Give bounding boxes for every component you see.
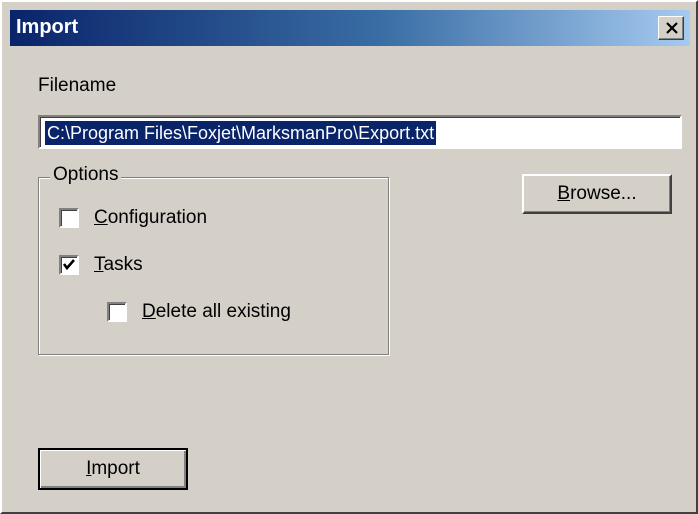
close-icon <box>666 22 678 34</box>
browse-label-rest: rowse... <box>570 183 637 204</box>
delete-all-existing-label[interactable]: Delete all existing <box>142 301 291 323</box>
import-dialog: Import Filename C:\Program Files\Foxjet\… <box>0 0 698 514</box>
configuration-mnemonic: C <box>94 207 108 228</box>
delete-all-existing-checkbox[interactable] <box>107 302 127 322</box>
browse-button[interactable]: Browse... <box>522 174 672 214</box>
tasks-label[interactable]: Tasks <box>94 254 143 276</box>
tasks-mnemonic: T <box>94 254 104 275</box>
delete-mnemonic: D <box>142 301 156 322</box>
delete-label-rest: elete all existing <box>155 301 291 322</box>
import-button[interactable]: Import <box>38 448 188 490</box>
checkmark-icon <box>62 259 75 271</box>
filename-field[interactable]: C:\Program Files\Foxjet\MarksmanPro\Expo… <box>38 115 682 149</box>
configuration-checkbox[interactable] <box>59 208 79 228</box>
filename-label: Filename <box>38 75 117 96</box>
title-bar[interactable]: Import <box>10 10 690 46</box>
filename-value[interactable]: C:\Program Files\Foxjet\MarksmanPro\Expo… <box>45 121 437 145</box>
browse-mnemonic: B <box>557 183 571 204</box>
options-legend: Options <box>50 164 122 186</box>
configuration-label-rest: onfiguration <box>107 207 208 228</box>
tasks-label-rest: asks <box>103 254 143 275</box>
configuration-label[interactable]: Configuration <box>94 207 207 229</box>
close-button[interactable] <box>658 16 684 40</box>
options-group <box>38 177 389 355</box>
import-label-rest: mport <box>91 458 140 479</box>
tasks-checkbox[interactable] <box>59 255 79 275</box>
window-title: Import <box>16 16 79 38</box>
